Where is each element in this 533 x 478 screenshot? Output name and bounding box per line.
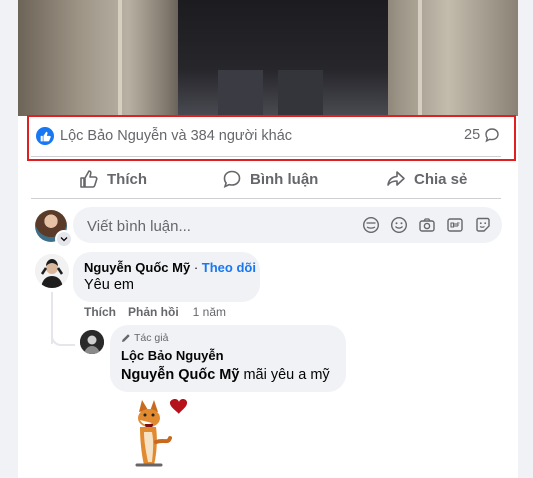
reply-author[interactable]: Lộc Bảo Nguyễn: [121, 348, 224, 363]
mention-tag[interactable]: Nguyễn Quốc Mỹ: [121, 367, 239, 383]
divider: [31, 198, 501, 199]
gif-icon[interactable]: [446, 216, 464, 234]
comment-meta: Thích Phản hồi 1 năm: [84, 305, 226, 319]
author-badge-label: Tác giả: [134, 332, 169, 344]
post-card: Lộc Bảo Nguyễn và 384 người khác 25 Thíc…: [18, 0, 533, 478]
reply-message: mãi yêu a mỹ: [239, 367, 330, 383]
comment-bubble-icon: [485, 128, 499, 143]
reply-text: Nguyễn Quốc Mỹ mãi yêu a mỹ: [121, 367, 330, 383]
reactions-summary[interactable]: Lộc Bảo Nguyễn và 384 người khác: [36, 127, 292, 145]
comment-like-link[interactable]: Thích: [84, 305, 116, 319]
like-label: Thích: [107, 170, 147, 188]
comment-icon: [223, 170, 241, 188]
composer-tools: [352, 216, 492, 234]
comment-timestamp[interactable]: 1 năm: [193, 305, 226, 319]
share-button[interactable]: Chia sẻ: [386, 162, 467, 196]
fox-heart-sticker[interactable]: [120, 392, 190, 472]
commenter-avatar[interactable]: [35, 254, 69, 288]
comment-button[interactable]: Bình luận: [222, 162, 318, 196]
photo-detail: [118, 0, 122, 116]
camera-icon[interactable]: [418, 216, 436, 234]
photo-detail: [278, 70, 323, 116]
scrollbar[interactable]: [518, 0, 533, 478]
reactions-label[interactable]: Lộc Bảo Nguyễn và 384 người khác: [60, 128, 292, 144]
comments-count-value: 25: [464, 127, 481, 143]
photo-detail: [418, 0, 422, 116]
comment-composer[interactable]: [73, 207, 502, 245]
comment-label: Bình luận: [250, 170, 319, 188]
comments-count[interactable]: 25: [464, 127, 500, 143]
divider: [31, 156, 501, 157]
chevron-down-icon[interactable]: [55, 230, 73, 248]
comment-input[interactable]: [85, 207, 349, 245]
like-button[interactable]: Thích: [79, 162, 147, 196]
follow-link[interactable]: Theo dõi: [202, 260, 256, 275]
comment-author-line: Nguyễn Quốc Mỹ · Theo dõi: [84, 260, 256, 275]
like-reaction-icon: [36, 127, 54, 145]
photo-detail: [218, 70, 263, 116]
share-icon: [387, 171, 405, 186]
comment-reply-link[interactable]: Phản hồi: [128, 305, 179, 319]
emoji-icon[interactable]: [390, 216, 408, 234]
comment-bubble: Nguyễn Quốc Mỹ · Theo dõi Yêu em: [73, 252, 260, 302]
post-photo[interactable]: [18, 0, 518, 116]
comment-author[interactable]: Nguyễn Quốc Mỹ: [84, 260, 190, 275]
author-badge: Tác giả: [121, 332, 168, 344]
comment-text: Yêu em: [84, 277, 134, 293]
separator-dot: ·: [193, 260, 199, 275]
post-actions: Thích Bình luận Chia sẻ: [31, 162, 501, 196]
pencil-icon: [122, 334, 130, 342]
share-label: Chia sẻ: [414, 170, 468, 188]
avatar-sticker-icon[interactable]: [362, 216, 380, 234]
reply-author-avatar[interactable]: [80, 330, 104, 354]
thread-line: [51, 328, 75, 346]
reply-bubble: Tác giả Lộc Bảo Nguyễn Nguyễn Quốc Mỹ mã…: [110, 325, 346, 392]
sticker-icon[interactable]: [474, 216, 492, 234]
thumbs-up-icon: [80, 170, 98, 188]
